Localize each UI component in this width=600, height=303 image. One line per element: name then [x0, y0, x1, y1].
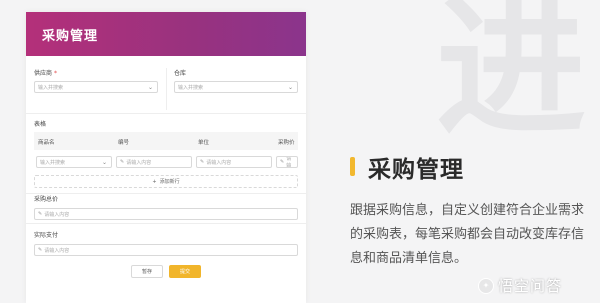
required-mark: *: [53, 70, 57, 77]
table-row: 输入并搜索 ⌄ ✎ 请输入内容 ✎ 请输入内容 ✎ 请输: [34, 152, 298, 172]
warehouse-select[interactable]: 输入并搜索 ⌄: [174, 81, 298, 93]
section-divider: [26, 223, 306, 224]
total-price-placeholder: 请输入内容: [44, 211, 70, 218]
supplier-label: 供应商: [34, 70, 53, 77]
feature-title: 采购管理: [368, 157, 464, 183]
supplier-field: 供应商 * 输入并搜索 ⌄: [34, 68, 158, 93]
actual-paid-placeholder: 请输入内容: [44, 247, 70, 254]
cell-placeholder: 输入并搜索: [40, 159, 66, 166]
plus-icon: +: [152, 178, 157, 185]
watermark-text: 悟空问答: [498, 277, 563, 295]
warehouse-field: 仓库 输入并搜索 ⌄: [174, 68, 298, 93]
price-input[interactable]: ✎ 请输: [276, 156, 298, 168]
warehouse-label: 仓库: [174, 70, 187, 77]
actual-paid-label: 实际支付: [34, 232, 59, 239]
form-actions: 暂存 提交: [26, 265, 306, 278]
chevron-down-icon: ⌄: [287, 84, 293, 91]
title-accent-bar: [350, 157, 355, 176]
code-input[interactable]: ✎ 请输入内容: [116, 156, 192, 168]
column-divider: [166, 68, 167, 110]
chevron-down-icon: ⌄: [101, 159, 107, 166]
unit-input[interactable]: ✎ 请输入内容: [196, 156, 272, 168]
column-header: 编号: [118, 140, 130, 146]
column-header: 商品名: [38, 140, 55, 146]
add-row-button[interactable]: + 添加新行: [34, 175, 298, 188]
edit-icon: ✎: [38, 247, 43, 253]
section-divider: [26, 113, 306, 114]
edit-icon: ✎: [38, 211, 43, 217]
actual-paid-field: 实际支付 ✎ 请输入内容: [34, 230, 298, 256]
total-price-input[interactable]: ✎ 请输入内容: [34, 208, 298, 220]
chevron-down-icon: ⌄: [147, 84, 153, 91]
column-header: 单位: [198, 140, 210, 146]
warehouse-placeholder: 输入并搜索: [178, 84, 204, 91]
edit-icon: ✎: [120, 159, 125, 165]
total-price-label: 采购总价: [34, 196, 59, 203]
actual-paid-input[interactable]: ✎ 请输入内容: [34, 244, 298, 256]
product-name-select[interactable]: 输入并搜索 ⌄: [36, 156, 112, 168]
feature-description: 跟据采购信息，自定义创建符合企业需求的采购表，每笔采购都会自动改变库存信息和商品…: [350, 203, 585, 266]
panel-header: 采购管理: [26, 12, 306, 56]
panel-title: 采购管理: [42, 28, 99, 44]
table-header: 商品名 编号 单位 采购价: [34, 132, 298, 150]
purchase-form-panel: 采购管理 供应商 * 输入并搜索 ⌄ 仓库 输入并搜索 ⌄ 表格 商品名 编号 …: [26, 12, 306, 303]
submit-button[interactable]: 提交: [169, 265, 201, 278]
table-label: 表格: [34, 121, 47, 128]
total-price-field: 采购总价 ✎ 请输入内容: [34, 194, 298, 220]
cell-placeholder: 请输入内容: [126, 159, 152, 166]
edit-icon: ✎: [200, 159, 205, 165]
add-row-label: 添加新行: [159, 179, 180, 185]
cell-placeholder: 请输: [286, 156, 292, 168]
supplier-placeholder: 输入并搜索: [38, 84, 64, 91]
supplier-select[interactable]: 输入并搜索 ⌄: [34, 81, 158, 93]
watermark: ✦ 悟空问答: [478, 275, 562, 296]
cell-placeholder: 请输入内容: [206, 159, 232, 166]
watermark-logo-icon: ✦: [478, 277, 494, 294]
edit-icon: ✎: [280, 159, 285, 165]
save-draft-button[interactable]: 暂存: [131, 265, 163, 278]
decorative-character: 进: [435, 0, 586, 156]
column-header: 采购价: [278, 140, 295, 146]
